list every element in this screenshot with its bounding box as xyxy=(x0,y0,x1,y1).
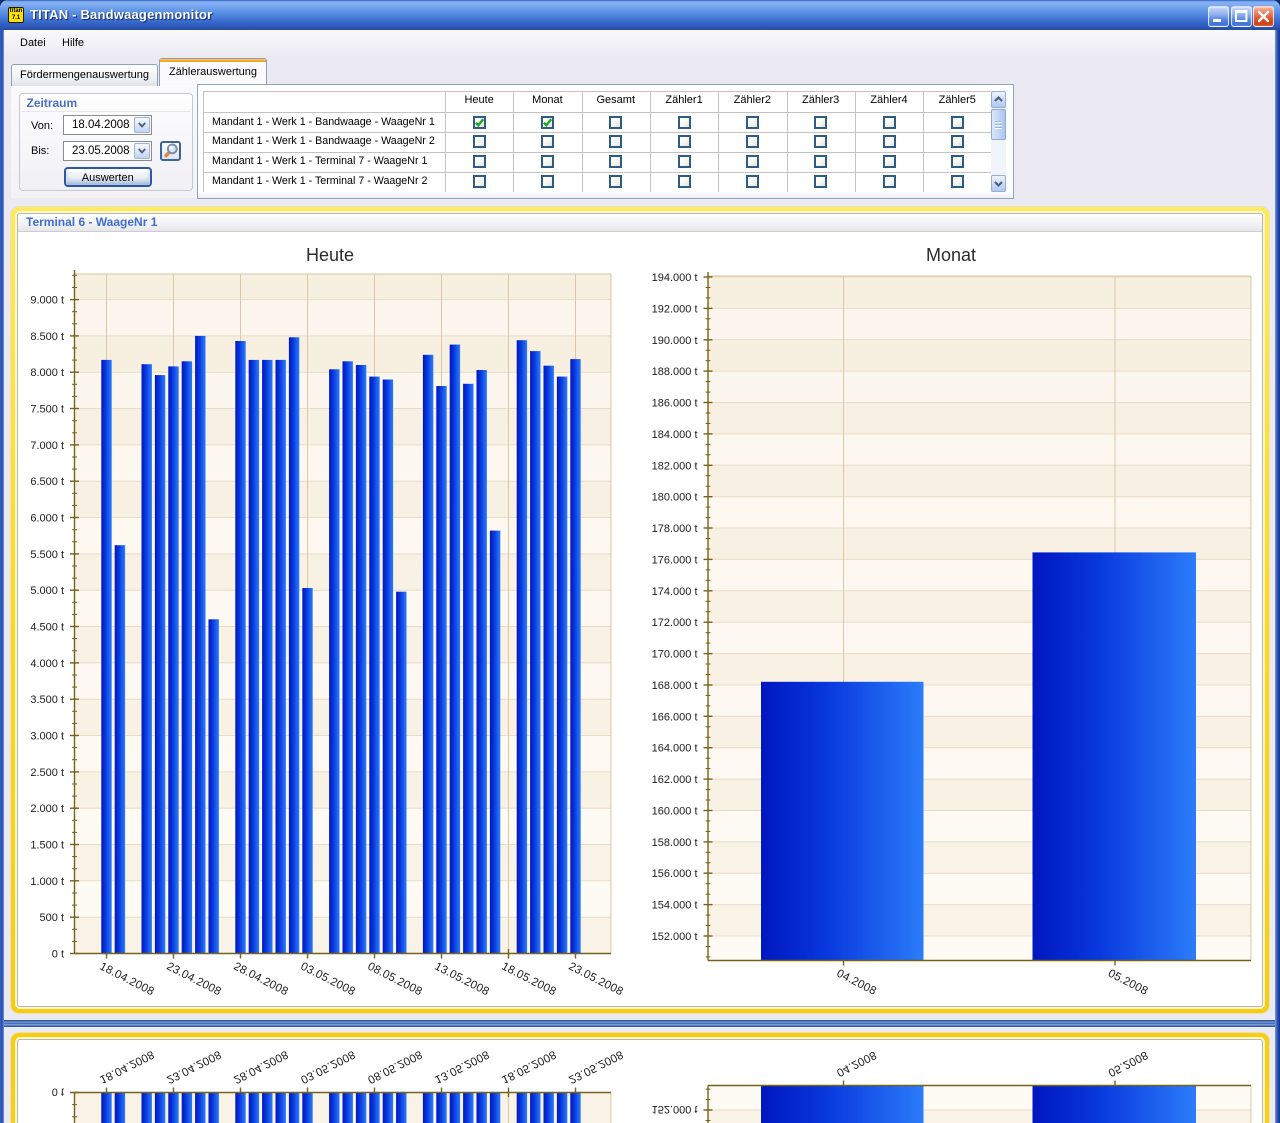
svg-text:172.000 t: 172.000 t xyxy=(652,617,698,629)
svg-text:8.500 t: 8.500 t xyxy=(30,331,64,343)
svg-text:03.05.2008: 03.05.2008 xyxy=(299,1048,358,1086)
svg-text:162.000 t: 162.000 t xyxy=(652,774,698,786)
svg-text:500 t: 500 t xyxy=(40,912,64,924)
svg-text:168.000 t: 168.000 t xyxy=(652,680,698,692)
svg-text:178.000 t: 178.000 t xyxy=(652,523,698,535)
svg-text:160.000 t: 160.000 t xyxy=(652,806,698,818)
svg-text:154.000 t: 154.000 t xyxy=(652,900,698,912)
svg-text:2.500 t: 2.500 t xyxy=(30,767,64,779)
svg-text:1.500 t: 1.500 t xyxy=(30,840,64,852)
svg-text:158.000 t: 158.000 t xyxy=(652,837,698,849)
svg-text:23.04.2008: 23.04.2008 xyxy=(165,1048,224,1086)
svg-text:13.05.2008: 13.05.2008 xyxy=(433,961,492,999)
svg-text:4.500 t: 4.500 t xyxy=(30,622,64,634)
svg-text:18.04.2008: 18.04.2008 xyxy=(98,1048,157,1086)
svg-text:7.000 t: 7.000 t xyxy=(30,440,64,452)
svg-text:180.000 t: 180.000 t xyxy=(652,492,698,504)
svg-text:03.05.2008: 03.05.2008 xyxy=(299,961,358,999)
svg-text:05.2008: 05.2008 xyxy=(1106,1048,1150,1078)
svg-text:23.05.2008: 23.05.2008 xyxy=(567,961,626,999)
svg-text:28.04.2008: 28.04.2008 xyxy=(232,961,291,999)
svg-text:186.000 t: 186.000 t xyxy=(652,398,698,410)
svg-text:7.500 t: 7.500 t xyxy=(30,404,64,416)
svg-text:156.000 t: 156.000 t xyxy=(652,868,698,880)
svg-text:190.000 t: 190.000 t xyxy=(652,335,698,347)
svg-text:0 t: 0 t xyxy=(52,949,64,961)
svg-text:5.500 t: 5.500 t xyxy=(30,549,64,561)
svg-text:1.000 t: 1.000 t xyxy=(30,876,64,888)
svg-text:18.05.2008: 18.05.2008 xyxy=(500,961,559,999)
svg-text:6.500 t: 6.500 t xyxy=(30,476,64,488)
svg-text:23.05.2008: 23.05.2008 xyxy=(567,1048,626,1086)
svg-text:18.04.2008: 18.04.2008 xyxy=(98,961,157,999)
svg-text:166.000 t: 166.000 t xyxy=(652,711,698,723)
svg-text:176.000 t: 176.000 t xyxy=(652,554,698,566)
svg-text:3.000 t: 3.000 t xyxy=(30,731,64,743)
svg-text:Monat: Monat xyxy=(926,245,976,265)
svg-text:9.000 t: 9.000 t xyxy=(30,295,64,307)
svg-text:188.000 t: 188.000 t xyxy=(652,366,698,378)
svg-text:0 t: 0 t xyxy=(52,1086,64,1098)
svg-text:05.2008: 05.2008 xyxy=(1106,968,1150,998)
svg-text:18.05.2008: 18.05.2008 xyxy=(500,1048,559,1086)
svg-text:170.000 t: 170.000 t xyxy=(652,649,698,661)
svg-text:5.000 t: 5.000 t xyxy=(30,585,64,597)
svg-text:192.000 t: 192.000 t xyxy=(652,303,698,315)
svg-text:4.000 t: 4.000 t xyxy=(30,658,64,670)
svg-text:28.04.2008: 28.04.2008 xyxy=(232,1048,291,1086)
svg-text:184.000 t: 184.000 t xyxy=(652,429,698,441)
svg-text:23.04.2008: 23.04.2008 xyxy=(165,961,224,999)
svg-text:04.2008: 04.2008 xyxy=(835,968,879,998)
svg-text:194.000 t: 194.000 t xyxy=(652,272,698,284)
svg-text:182.000 t: 182.000 t xyxy=(652,460,698,472)
svg-text:13.05.2008: 13.05.2008 xyxy=(433,1048,492,1086)
svg-text:152.000 t: 152.000 t xyxy=(652,1103,698,1115)
svg-text:3.500 t: 3.500 t xyxy=(30,694,64,706)
svg-text:08.05.2008: 08.05.2008 xyxy=(366,961,425,999)
svg-text:2.000 t: 2.000 t xyxy=(30,803,64,815)
svg-text:174.000 t: 174.000 t xyxy=(652,586,698,598)
svg-text:6.000 t: 6.000 t xyxy=(30,513,64,525)
svg-text:Heute: Heute xyxy=(306,245,354,265)
svg-text:164.000 t: 164.000 t xyxy=(652,743,698,755)
svg-text:152.000 t: 152.000 t xyxy=(652,931,698,943)
svg-text:04.2008: 04.2008 xyxy=(835,1048,879,1078)
svg-text:08.05.2008: 08.05.2008 xyxy=(366,1048,425,1086)
svg-text:8.000 t: 8.000 t xyxy=(30,367,64,379)
